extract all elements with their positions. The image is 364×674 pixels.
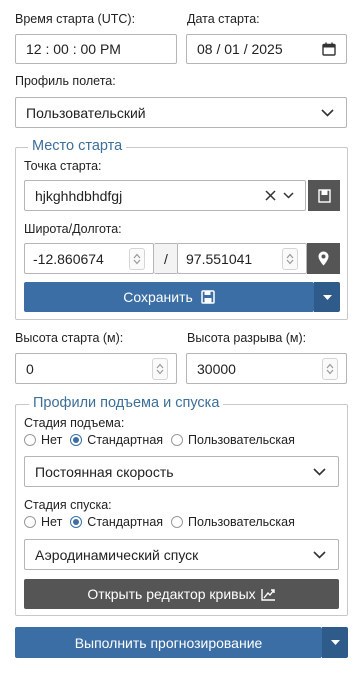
launch-point-label: Точка старта:: [24, 159, 102, 173]
launch-date-label: Дата старта:: [187, 12, 260, 26]
launch-altitude-value: 0: [26, 360, 34, 377]
floppy-disk-icon: [201, 290, 215, 304]
launch-point-value: hjkghhdbhdfgj: [35, 187, 123, 204]
save-location-button[interactable]: [308, 180, 340, 211]
lat-lon-separator: /: [154, 243, 178, 274]
ascent-option-none-label: Нет: [41, 433, 63, 447]
descent-profile-value: Аэродинамический спуск: [35, 546, 199, 563]
burst-altitude-value: 30000: [197, 360, 236, 377]
descent-option-custom[interactable]: Пользовательская: [171, 515, 295, 529]
run-prediction-button[interactable]: Выполнить прогнозирование: [15, 627, 322, 658]
ascent-stage-label: Стадия подъема:: [24, 416, 125, 430]
radio-selected-icon: [70, 516, 83, 528]
radio-selected-icon: [70, 434, 83, 446]
profiles-legend: Профили подъема и спуска: [29, 395, 224, 411]
longitude-value: 97.551041: [186, 250, 253, 267]
ascent-option-custom[interactable]: Пользовательская: [171, 433, 295, 447]
flight-profile-select[interactable]: Пользовательский: [15, 97, 347, 128]
longitude-input[interactable]: 97.551041: [177, 243, 307, 274]
chevron-down-icon: [313, 550, 326, 559]
ascent-radio-group: Нет Стандартная Пользовательская: [24, 433, 303, 447]
save-options-dropdown[interactable]: [314, 282, 340, 312]
flight-profile-label: Профиль полета:: [15, 74, 116, 88]
chevron-down-icon: [313, 467, 326, 476]
bookmark-icon: [317, 188, 331, 203]
run-options-dropdown[interactable]: [322, 627, 348, 658]
descent-option-standard-label: Стандартная: [87, 515, 164, 529]
line-chart-icon: [260, 588, 276, 601]
latitude-stepper[interactable]: [129, 247, 145, 270]
ascent-option-custom-label: Пользовательская: [188, 433, 295, 447]
ascent-option-standard-label: Стандартная: [87, 433, 164, 447]
locate-on-map-button[interactable]: [307, 243, 340, 274]
burst-altitude-input[interactable]: 30000: [186, 353, 347, 384]
launch-altitude-input[interactable]: 0: [15, 353, 177, 384]
launch-date-input[interactable]: 08 / 01 / 2025: [186, 34, 347, 64]
launch-time-label: Время старта (UTC):: [15, 12, 136, 26]
radio-icon: [24, 516, 36, 528]
clear-icon[interactable]: [265, 190, 276, 201]
longitude-stepper[interactable]: [282, 247, 298, 270]
descent-option-none[interactable]: Нет: [24, 515, 62, 529]
launch-time-value: 12 : 00 : 00 PM: [26, 41, 121, 57]
separator-text: /: [164, 250, 168, 267]
launch-date-value: 08 / 01 / 2025: [197, 41, 283, 57]
launch-site-legend: Место старта: [28, 138, 127, 154]
radio-icon: [24, 434, 36, 446]
descent-option-none-label: Нет: [41, 515, 63, 529]
map-pin-icon: [318, 251, 329, 266]
chevron-down-icon[interactable]: [283, 192, 294, 199]
chevron-down-icon: [321, 108, 334, 117]
latitude-input[interactable]: -12.860674: [24, 243, 154, 274]
caret-down-icon: [330, 640, 340, 645]
calendar-icon[interactable]: [322, 42, 336, 56]
open-curve-editor-button[interactable]: Открыть редактор кривых: [24, 579, 339, 609]
save-button[interactable]: Сохранить: [24, 282, 314, 312]
descent-radio-group: Нет Стандартная Пользовательская: [24, 515, 303, 529]
radio-icon: [171, 434, 184, 446]
lat-lon-label: Широта/Долгота:: [24, 222, 122, 236]
ascent-profile-select[interactable]: Постоянная скорость: [24, 456, 339, 487]
descent-option-standard[interactable]: Стандартная: [70, 515, 163, 529]
ascent-option-standard[interactable]: Стандартная: [70, 433, 163, 447]
burst-altitude-stepper[interactable]: [322, 357, 338, 380]
caret-down-icon: [322, 294, 332, 300]
ascent-option-none[interactable]: Нет: [24, 433, 62, 447]
launch-altitude-stepper[interactable]: [152, 357, 168, 380]
descent-profile-select[interactable]: Аэродинамический спуск: [24, 539, 339, 570]
save-button-label: Сохранить: [123, 289, 193, 305]
ascent-profile-value: Постоянная скорость: [35, 463, 174, 480]
curve-editor-label: Открыть редактор кривых: [87, 586, 256, 602]
descent-option-custom-label: Пользовательская: [188, 515, 295, 529]
descent-stage-label: Стадия спуска:: [24, 498, 112, 512]
radio-icon: [171, 516, 184, 528]
launch-point-input[interactable]: hjkghhdbhdfgj: [24, 180, 306, 211]
burst-altitude-label: Высота разрыва (м):: [187, 331, 307, 345]
latitude-value: -12.860674: [33, 250, 104, 267]
launch-time-input[interactable]: 12 : 00 : 00 PM: [15, 34, 177, 64]
run-prediction-label: Выполнить прогнозирование: [74, 634, 263, 651]
launch-altitude-label: Высота старта (м):: [15, 331, 124, 345]
flight-profile-value: Пользовательский: [26, 104, 146, 121]
